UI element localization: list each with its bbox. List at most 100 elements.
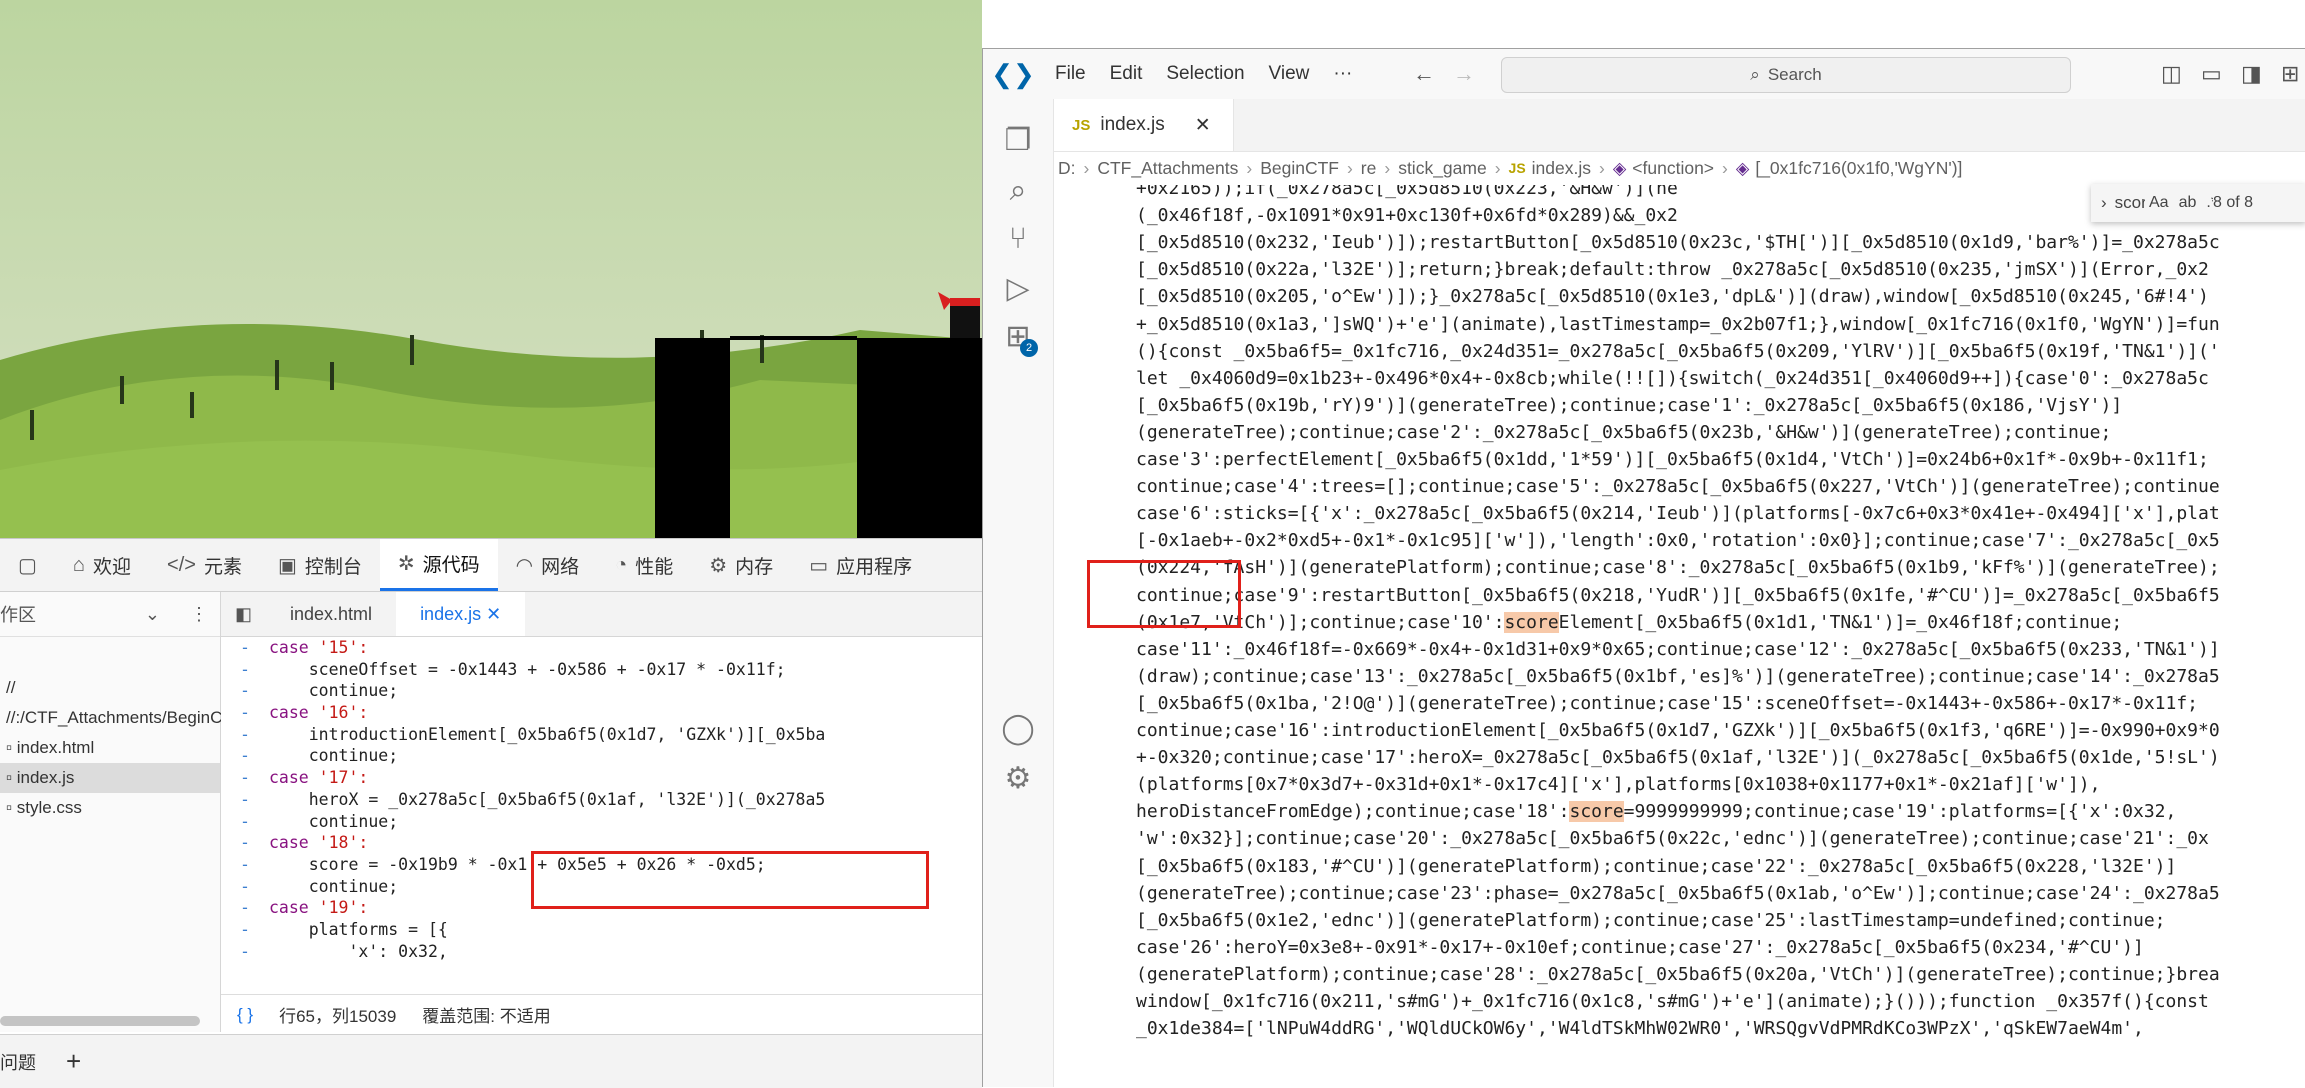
line-gutter[interactable]: - [221,659,269,681]
tree-item-style-css[interactable]: ▫ style.css [0,793,220,823]
tab-console[interactable]: ▣ 控制台 [260,539,380,591]
whole-word-toggle[interactable]: ab [2179,194,2197,212]
sidebar-toggle-icon[interactable]: ◧ [221,604,266,625]
breadcrumb-item[interactable]: index.js [1532,158,1591,179]
tab-network[interactable]: ◠ 网络 [498,539,597,591]
tab-application[interactable]: ▭ 应用程序 [791,539,930,591]
line-gutter[interactable]: - [221,637,269,659]
breadcrumb-item[interactable]: [_0x1fc716(0x1f0,'WgYN')] [1755,158,1962,179]
code-line: heroDistanceFromEdge);continue;case'18':… [1136,801,2177,823]
layout-icon[interactable]: ⊞ [2281,61,2299,87]
tab-welcome[interactable]: ⌂ 欢迎 [55,539,149,591]
code-line: - continue; [221,811,982,833]
code-text: '17': [318,768,369,788]
tab-sources[interactable]: ✲ 源代码 [379,539,498,591]
close-icon[interactable]: ✕ [486,604,501,624]
code-line: (0x224,'fAsH')](generatePlatform);contin… [1136,557,2220,579]
file-tab-index-js[interactable]: index.js ✕ [396,592,526,636]
file-icon: ▫ [6,738,17,757]
tab-memory[interactable]: ⚙ 内存 [691,539,791,591]
line-gutter[interactable]: - [221,897,269,919]
line-gutter[interactable]: - [221,832,269,854]
tab-elements[interactable]: </> 元素 [149,539,260,591]
line-gutter[interactable]: - [221,724,269,746]
line-gutter[interactable]: - [221,745,269,767]
breadcrumb-item[interactable]: CTF_Attachments [1097,158,1238,179]
horizontal-scrollbar[interactable] [0,1016,200,1026]
tab-panel-toggle[interactable]: ▢ [0,539,55,591]
activity-bar: ❐ ⌕ ⑂ ▷ ⊞ 2 ◯ ⚙ [983,99,1054,1087]
code-line: (_0x46f18f,-0x1091*0x91+0xc130f+0x6fd*0x… [1136,205,1678,227]
breadcrumb-item[interactable]: BeginCTF [1260,158,1339,179]
line-gutter[interactable]: - [221,811,269,833]
code-indent: case [269,703,319,723]
line-gutter[interactable]: - [221,789,269,811]
line-gutter[interactable]: - [221,702,269,724]
line-gutter[interactable]: - [221,680,269,702]
source-control-icon[interactable]: ⑂ [998,219,1038,259]
editor-code[interactable]: +0x2165));if(_0x278a5c[_0x5d8510(0x223,'… [1054,185,2305,1087]
match-case-toggle[interactable]: Aa [2149,194,2169,212]
tab-label: 元素 [203,556,242,578]
back-arrow-icon[interactable]: ← [1413,61,1435,87]
chevron-down-icon[interactable]: ⌄ [145,604,160,625]
breadcrumb-item[interactable]: D: [1058,158,1076,179]
code-text: '15': [318,638,369,657]
menu-more[interactable]: ··· [1321,63,1364,85]
tree-item[interactable]: // [0,673,220,703]
toggle-secondary-sidebar-icon[interactable]: ◨ [2241,61,2262,87]
code-text: platforms = [{ [308,919,448,939]
account-icon[interactable]: ◯ [998,709,1038,749]
extensions-icon[interactable]: ⊞ 2 [998,317,1038,357]
code-icon: </> [167,553,196,576]
breadcrumb-item[interactable]: stick_game [1398,158,1487,179]
run-debug-icon[interactable]: ▷ [998,269,1038,309]
status-bar: { } 行65，列15039 覆盖范围: 不适用 [221,994,982,1034]
line-gutter[interactable]: - [221,767,269,789]
toggle-panel-icon[interactable]: ▭ [2201,61,2222,87]
search-icon[interactable]: ⌕ [998,171,1038,211]
toggle-sidebar-icon[interactable]: ◫ [2161,61,2182,87]
close-icon[interactable]: ✕ [1195,114,1211,137]
file-tab-index-html[interactable]: index.html [266,592,396,636]
line-gutter[interactable]: - [221,941,269,962]
tree-item-index-js[interactable]: ▫ index.js [0,763,220,793]
code-line: - introductionElement[_0x5ba6f5(0x1d7, '… [221,724,982,746]
tree-item-folder[interactable]: //:/CTF_Attachments/BeginCTF [0,703,243,733]
add-tab-button[interactable]: + [66,1046,81,1077]
code-text: sceneOffset = -0x1443 + -0x586 + -0x17 *… [308,659,786,679]
more-icon[interactable]: ⋮ [190,604,208,625]
menu-selection[interactable]: Selection [1154,63,1256,85]
code-text: '19': [318,898,369,918]
settings-gear-icon[interactable]: ⚙ [998,759,1038,799]
explorer-icon[interactable]: ❐ [998,121,1038,161]
line-gutter[interactable]: - [221,919,269,941]
code-line: - 'x': 0x32, [221,941,982,962]
menu-view[interactable]: View [1257,63,1322,85]
editor-tab-index-js[interactable]: JS index.js ✕ [1054,99,1234,151]
line-gutter[interactable]: - [221,854,269,876]
menu-edit[interactable]: Edit [1098,63,1155,85]
drawer-tab-issues[interactable]: 问题 [0,1049,36,1075]
code-view[interactable]: - case '15': - sceneOffset = -0x1443 + -0x… [221,637,982,962]
breadcrumb-item[interactable]: <function> [1632,158,1714,179]
tree-item-index-html[interactable]: ▫ index.html [0,733,220,763]
forward-arrow-icon[interactable]: → [1453,61,1475,87]
chevron-right-icon[interactable]: › [2101,193,2107,213]
command-center-search[interactable]: ⌕ Search [1501,57,2071,93]
chevron-right-icon: › [1384,157,1391,178]
pretty-print-button[interactable]: { } [237,1005,253,1025]
game-canvas[interactable] [0,0,982,538]
tree-item-label: index.js [16,768,75,787]
panel-icon: ▢ [18,554,37,577]
breadcrumb-item[interactable]: re [1361,158,1377,179]
code-line: - case '17': [221,767,982,789]
line-gutter[interactable]: - [221,876,269,898]
tab-performance[interactable]: ◔ 性能 [597,539,691,591]
navigator-header: 作区 ⌄ ⋮ [0,592,220,637]
menu-file[interactable]: File [1043,63,1098,85]
bug-icon: ✲ [397,553,415,575]
